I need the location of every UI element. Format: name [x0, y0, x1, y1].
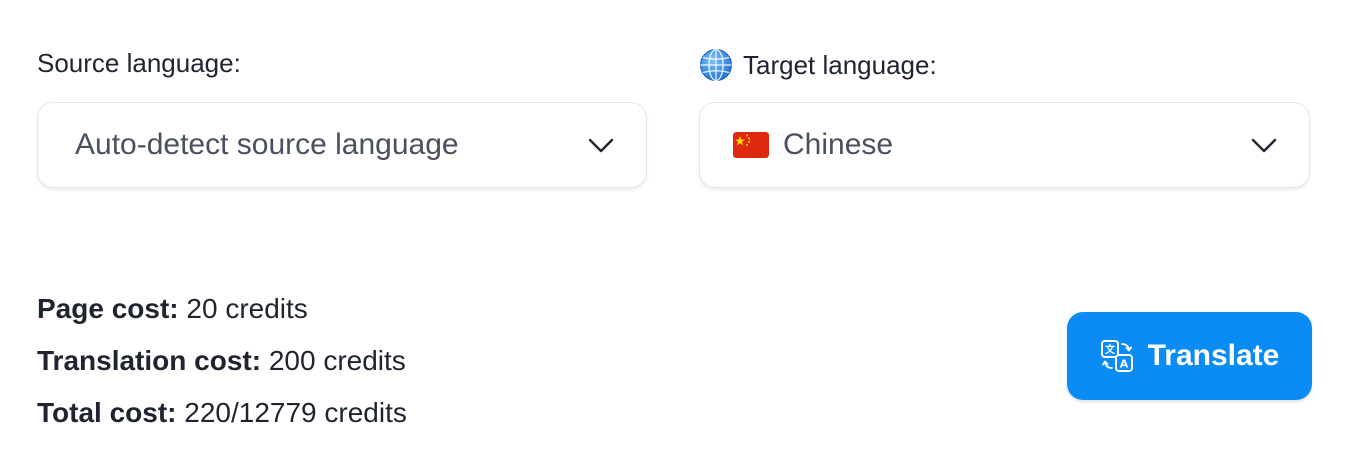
translate-button[interactable]: 文 A Translate: [1067, 312, 1312, 400]
translation-cost-label: Translation cost:: [37, 345, 262, 376]
chevron-down-icon: [1251, 138, 1277, 153]
page-cost-line: Page cost: 20 credits: [37, 283, 407, 335]
translation-cost-value: 200 credits: [268, 345, 406, 376]
source-language-label: Source language:: [37, 48, 241, 79]
total-cost-line: Total cost: 220/12779 credits: [37, 387, 407, 439]
globe-icon: [700, 48, 732, 82]
page-cost-label: Page cost:: [37, 293, 179, 324]
target-language-label-text: Target language:: [743, 49, 937, 80]
source-language-label-text: Source language:: [37, 48, 241, 78]
translation-panel: Source language: Auto-detect source lang…: [0, 0, 1348, 464]
total-cost-label: Total cost:: [37, 397, 177, 428]
translate-icon: 文 A: [1100, 340, 1133, 372]
translate-button-label: Translate: [1147, 339, 1280, 372]
page-cost-value: 20 credits: [186, 293, 308, 324]
china-flag-icon: [733, 132, 769, 158]
target-language-label: Target language:: [699, 48, 937, 82]
cost-summary: Page cost: 20 credits Translation cost: …: [37, 283, 407, 439]
total-cost-value: 220/12779 credits: [184, 397, 407, 428]
svg-text:A: A: [1119, 358, 1128, 371]
source-language-value: Auto-detect source language: [75, 128, 459, 161]
svg-text:文: 文: [1105, 343, 1116, 356]
target-language-select[interactable]: Chinese: [699, 102, 1310, 188]
target-language-value: Chinese: [783, 128, 894, 161]
source-language-select[interactable]: Auto-detect source language: [37, 102, 647, 188]
translation-cost-line: Translation cost: 200 credits: [37, 335, 407, 387]
chevron-down-icon: [588, 138, 614, 153]
